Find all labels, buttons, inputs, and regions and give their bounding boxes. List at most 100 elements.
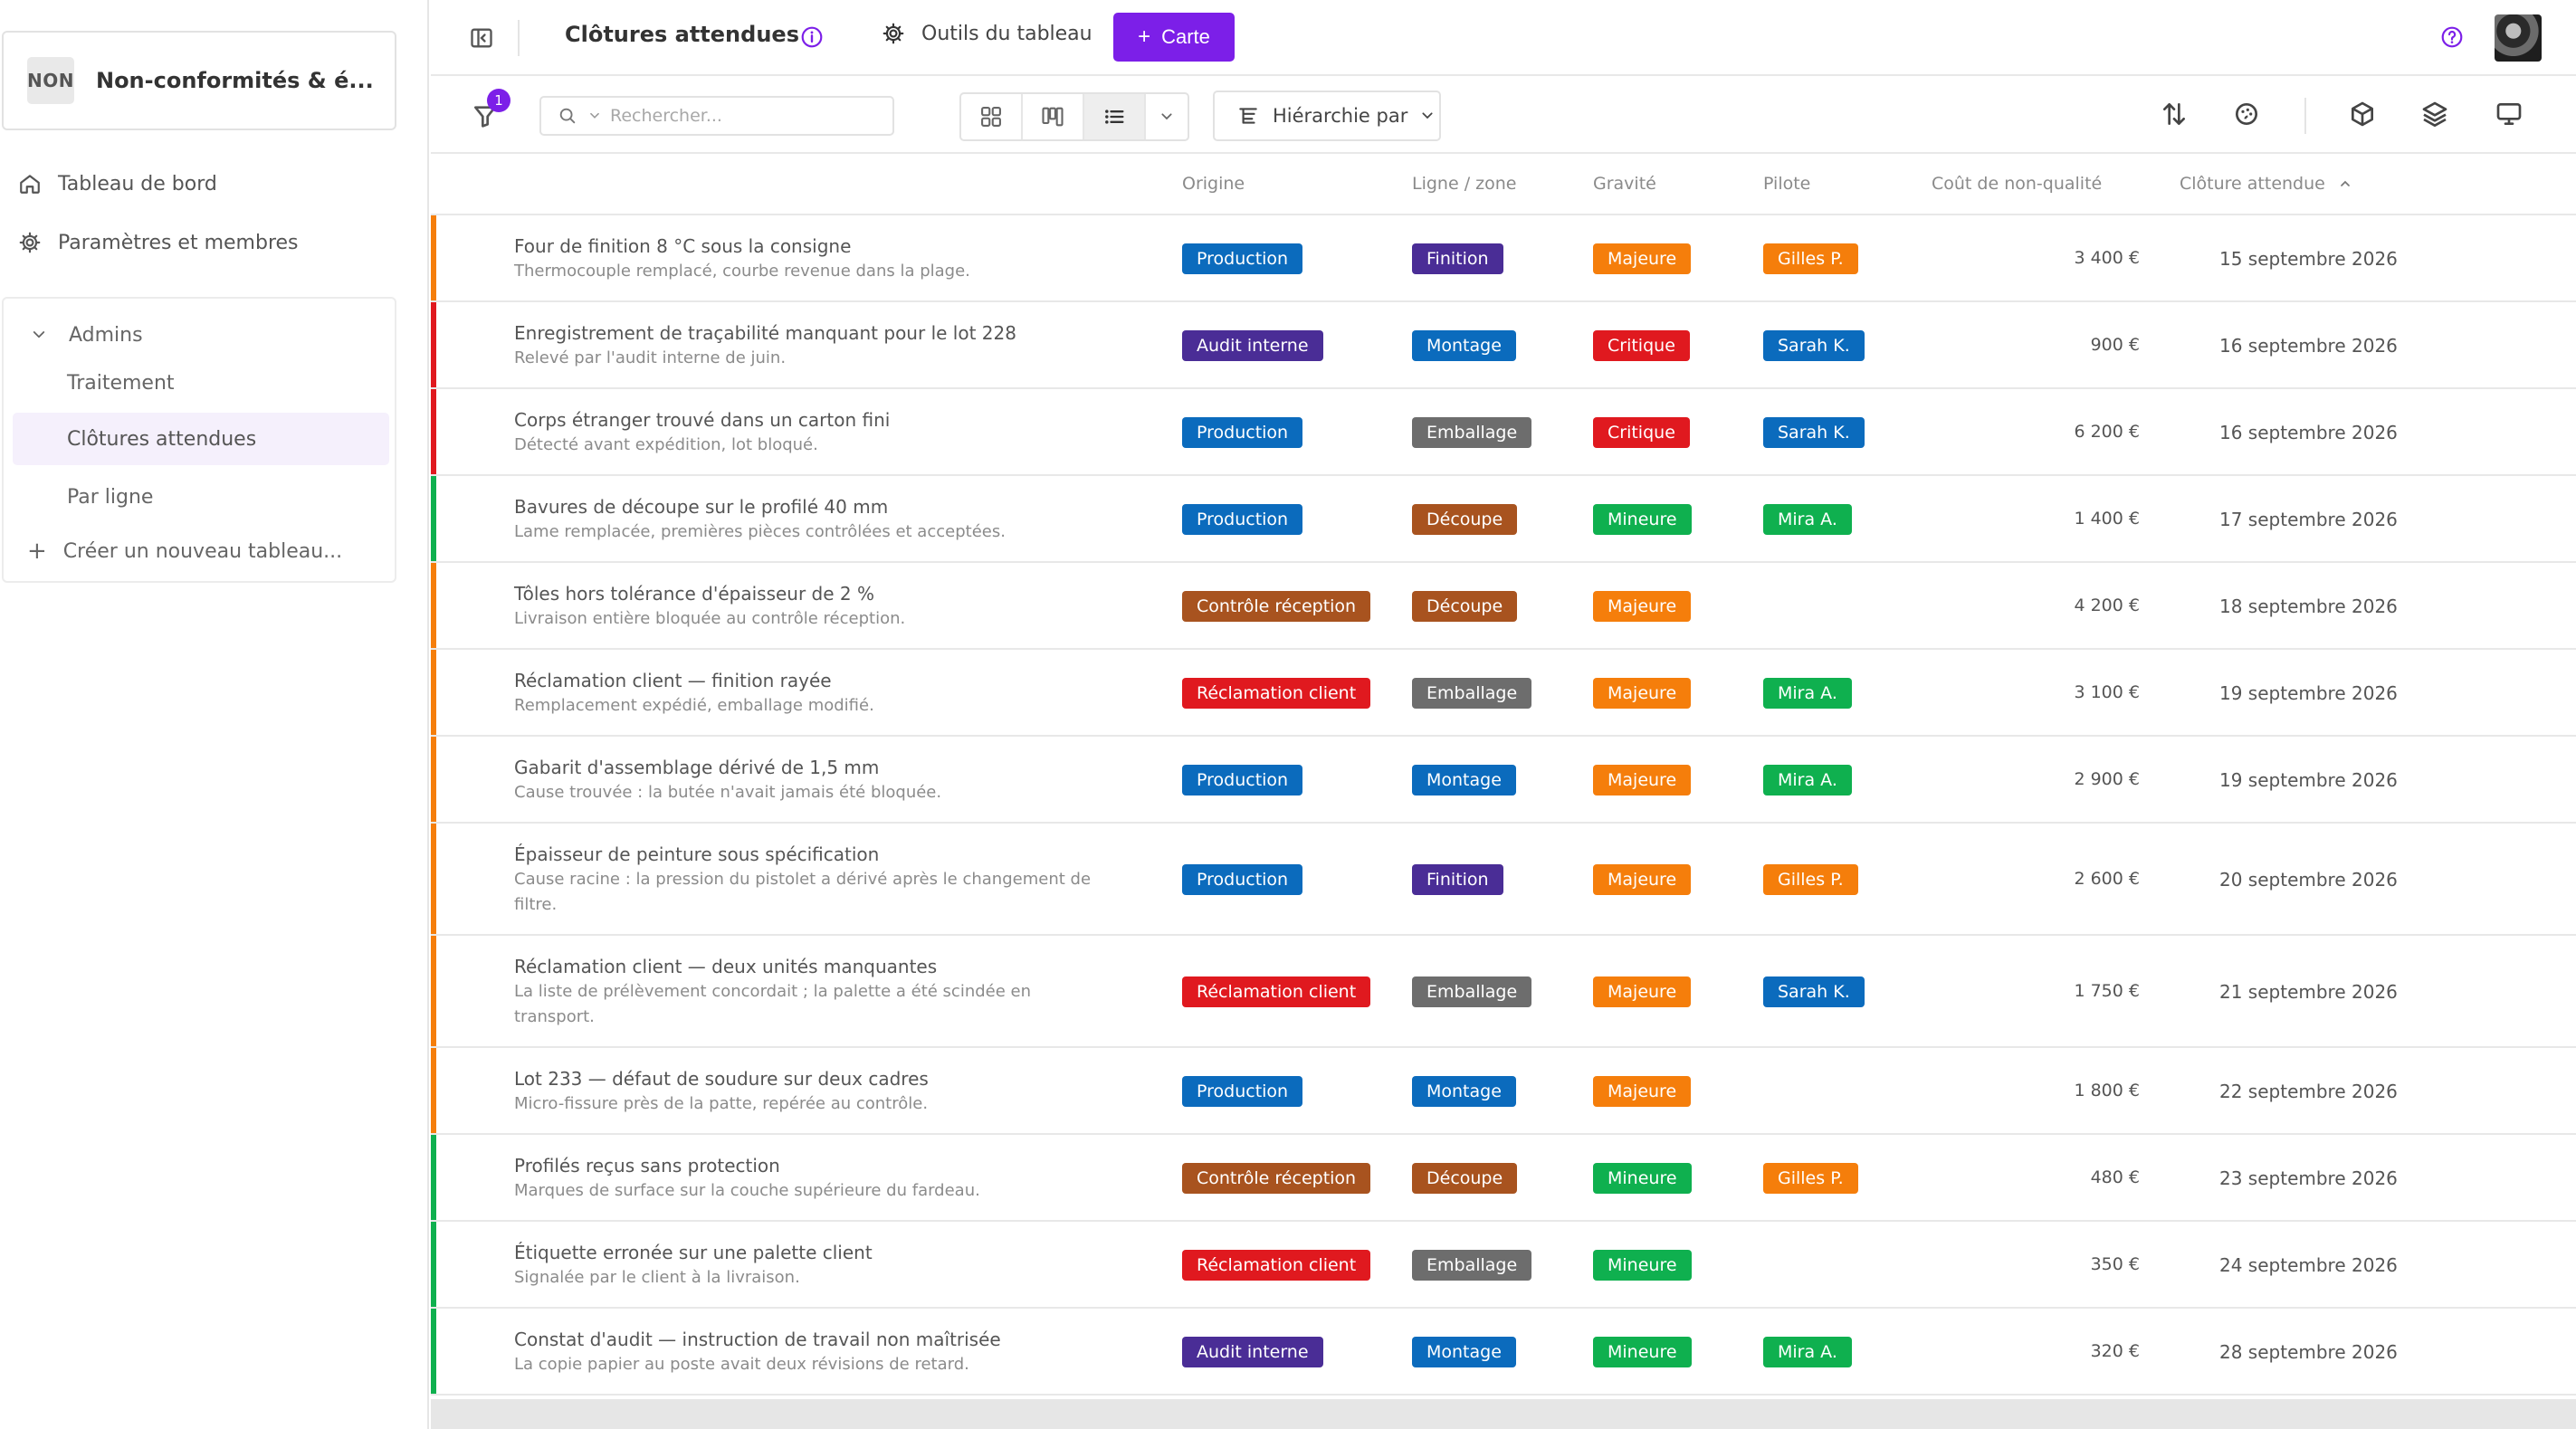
sort-icon[interactable] bbox=[2160, 100, 2189, 129]
row-title[interactable]: Réclamation client — finition rayée bbox=[514, 668, 1093, 693]
nav-dashboard[interactable]: Tableau de bord bbox=[18, 161, 217, 206]
origin-tag[interactable]: Réclamation client bbox=[1182, 678, 1371, 709]
sidebar-toggle-icon[interactable] bbox=[469, 25, 494, 51]
horizontal-scrollbar[interactable] bbox=[431, 1399, 2576, 1429]
add-card-button[interactable]: + Carte bbox=[1113, 13, 1235, 62]
owner-tag[interactable]: Mira A. bbox=[1763, 765, 1852, 795]
origin-tag[interactable]: Production bbox=[1182, 864, 1303, 895]
create-board-button[interactable]: + Créer un nouveau tableau... bbox=[27, 538, 342, 565]
group-header[interactable]: Admins bbox=[31, 317, 143, 353]
severity-tag[interactable]: Majeure bbox=[1593, 591, 1692, 622]
severity-tag[interactable]: Majeure bbox=[1593, 864, 1692, 895]
line-zone-tag[interactable]: Montage bbox=[1412, 1076, 1516, 1107]
row-title[interactable]: Tôles hors tolérance d'épaisseur de 2 % bbox=[514, 581, 1093, 606]
row-title[interactable]: Réclamation client — deux unités manquan… bbox=[514, 954, 1093, 979]
severity-tag[interactable]: Majeure bbox=[1593, 976, 1692, 1007]
view-grid-button[interactable] bbox=[961, 94, 1023, 139]
board-item-par-ligne[interactable]: Par ligne bbox=[13, 471, 389, 523]
line-zone-tag[interactable]: Emballage bbox=[1412, 1250, 1532, 1281]
severity-tag[interactable]: Majeure bbox=[1593, 243, 1692, 274]
line-zone-tag[interactable]: Emballage bbox=[1412, 976, 1532, 1007]
column-header-cout[interactable]: Coût de non-qualité bbox=[1932, 174, 2102, 194]
column-header-cloture[interactable]: Clôture attendue bbox=[2180, 174, 2352, 194]
owner-tag[interactable]: Sarah K. bbox=[1763, 330, 1865, 361]
table-row[interactable]: Constat d'audit — instruction de travail… bbox=[431, 1309, 2576, 1396]
monitor-icon[interactable] bbox=[2495, 100, 2524, 129]
severity-tag[interactable]: Critique bbox=[1593, 417, 1690, 448]
origin-tag[interactable]: Production bbox=[1182, 243, 1303, 274]
view-kanban-button[interactable] bbox=[1023, 94, 1084, 139]
line-zone-tag[interactable]: Montage bbox=[1412, 765, 1516, 795]
row-title[interactable]: Profilés reçus sans protection bbox=[514, 1153, 1093, 1178]
line-zone-tag[interactable]: Emballage bbox=[1412, 417, 1532, 448]
search-box[interactable] bbox=[539, 96, 894, 136]
board-tools-button[interactable]: Outils du tableau bbox=[882, 22, 1092, 45]
table-row[interactable]: Four de finition 8 °C sous la consigne Th… bbox=[431, 215, 2576, 302]
row-title[interactable]: Enregistrement de traçabilité manquant p… bbox=[514, 320, 1093, 346]
nav-settings[interactable]: Paramètres et membres bbox=[18, 220, 299, 265]
owner-tag[interactable]: Sarah K. bbox=[1763, 417, 1865, 448]
line-zone-tag[interactable]: Découpe bbox=[1412, 504, 1518, 535]
row-title[interactable]: Épaisseur de peinture sous spécification bbox=[514, 842, 1093, 867]
view-more-button[interactable] bbox=[1146, 94, 1188, 139]
board-item-traitement[interactable]: Traitement bbox=[13, 357, 389, 409]
row-title[interactable]: Lot 233 — défaut de soudure sur deux cad… bbox=[514, 1066, 1093, 1091]
info-icon[interactable] bbox=[800, 25, 824, 49]
severity-tag[interactable]: Mineure bbox=[1593, 1337, 1692, 1367]
line-zone-tag[interactable]: Montage bbox=[1412, 330, 1516, 361]
palette-icon[interactable] bbox=[2232, 100, 2261, 129]
origin-tag[interactable]: Production bbox=[1182, 1076, 1303, 1107]
table-row[interactable]: Lot 233 — défaut de soudure sur deux cad… bbox=[431, 1048, 2576, 1135]
line-zone-tag[interactable]: Découpe bbox=[1412, 1163, 1518, 1194]
help-icon[interactable] bbox=[2440, 25, 2464, 49]
owner-tag[interactable]: Mira A. bbox=[1763, 504, 1852, 535]
table-row[interactable]: Étiquette erronée sur une palette client… bbox=[431, 1222, 2576, 1309]
row-title[interactable]: Gabarit d'assemblage dérivé de 1,5 mm bbox=[514, 755, 1093, 780]
origin-tag[interactable]: Audit interne bbox=[1182, 330, 1323, 361]
line-zone-tag[interactable]: Finition bbox=[1412, 243, 1503, 274]
owner-tag[interactable]: Sarah K. bbox=[1763, 976, 1865, 1007]
row-title[interactable]: Four de finition 8 °C sous la consigne bbox=[514, 233, 1093, 259]
table-row[interactable]: Tôles hors tolérance d'épaisseur de 2 % L… bbox=[431, 563, 2576, 650]
origin-tag[interactable]: Contrôle réception bbox=[1182, 591, 1371, 622]
workspace-switcher[interactable]: NON Non-conformités & é... bbox=[2, 31, 396, 130]
row-title[interactable]: Étiquette erronée sur une palette client bbox=[514, 1240, 1093, 1265]
table-row[interactable]: Réclamation client — deux unités manquan… bbox=[431, 936, 2576, 1048]
cube-icon[interactable] bbox=[2348, 100, 2377, 129]
severity-tag[interactable]: Mineure bbox=[1593, 1250, 1692, 1281]
table-row[interactable]: Enregistrement de traçabilité manquant p… bbox=[431, 302, 2576, 389]
user-avatar[interactable] bbox=[2495, 14, 2542, 62]
view-list-button[interactable] bbox=[1084, 94, 1146, 139]
search-input[interactable] bbox=[610, 106, 845, 126]
line-zone-tag[interactable]: Découpe bbox=[1412, 591, 1518, 622]
line-zone-tag[interactable]: Emballage bbox=[1412, 678, 1532, 709]
origin-tag[interactable]: Production bbox=[1182, 765, 1303, 795]
row-title[interactable]: Corps étranger trouvé dans un carton fin… bbox=[514, 407, 1093, 433]
origin-tag[interactable]: Réclamation client bbox=[1182, 1250, 1371, 1281]
origin-tag[interactable]: Audit interne bbox=[1182, 1337, 1323, 1367]
column-header-gravite[interactable]: Gravité bbox=[1593, 174, 1656, 194]
owner-tag[interactable]: Gilles P. bbox=[1763, 1163, 1858, 1194]
table-row[interactable]: Réclamation client — finition rayée Rempl… bbox=[431, 650, 2576, 737]
origin-tag[interactable]: Production bbox=[1182, 504, 1303, 535]
table-row[interactable]: Épaisseur de peinture sous spécification… bbox=[431, 824, 2576, 936]
table-row[interactable]: Corps étranger trouvé dans un carton fin… bbox=[431, 389, 2576, 476]
severity-tag[interactable]: Majeure bbox=[1593, 678, 1692, 709]
column-header-origine[interactable]: Origine bbox=[1182, 174, 1245, 194]
severity-tag[interactable]: Mineure bbox=[1593, 1163, 1692, 1194]
board-item-clotures-attendues[interactable]: Clôtures attendues bbox=[13, 413, 389, 465]
line-zone-tag[interactable]: Finition bbox=[1412, 864, 1503, 895]
row-title[interactable]: Constat d'audit — instruction de travail… bbox=[514, 1327, 1093, 1352]
severity-tag[interactable]: Critique bbox=[1593, 330, 1690, 361]
owner-tag[interactable]: Mira A. bbox=[1763, 1337, 1852, 1367]
table-row[interactable]: Gabarit d'assemblage dérivé de 1,5 mm Cau… bbox=[431, 737, 2576, 824]
table-row[interactable]: Profilés reçus sans protection Marques de… bbox=[431, 1135, 2576, 1222]
origin-tag[interactable]: Réclamation client bbox=[1182, 976, 1371, 1007]
layers-icon[interactable] bbox=[2420, 100, 2449, 129]
column-header-pilote[interactable]: Pilote bbox=[1763, 174, 1810, 194]
origin-tag[interactable]: Contrôle réception bbox=[1182, 1163, 1371, 1194]
severity-tag[interactable]: Mineure bbox=[1593, 504, 1692, 535]
table-row[interactable]: Bavures de découpe sur le profilé 40 mm L… bbox=[431, 476, 2576, 563]
severity-tag[interactable]: Majeure bbox=[1593, 1076, 1692, 1107]
severity-tag[interactable]: Majeure bbox=[1593, 765, 1692, 795]
